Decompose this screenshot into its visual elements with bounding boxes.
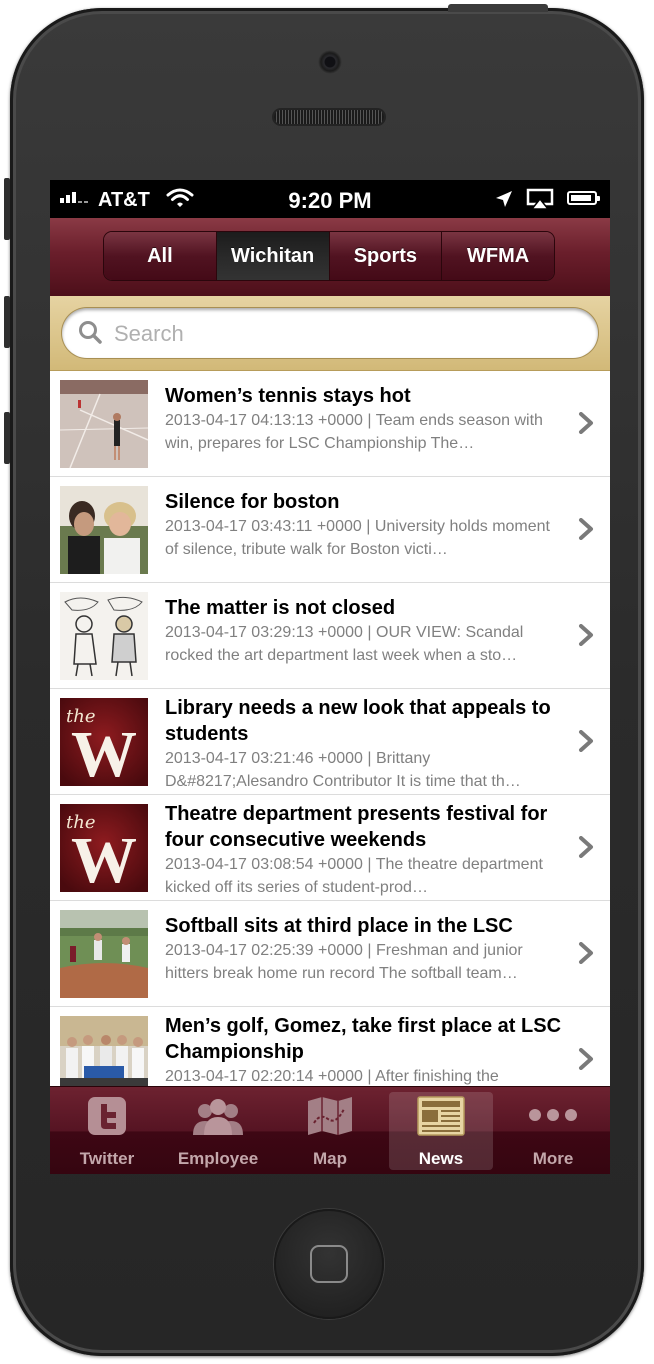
newspaper-icon bbox=[417, 1096, 465, 1136]
news-title: The matter is not closed bbox=[165, 597, 396, 619]
news-row[interactable]: Women’s tennis stays hot 2013-04-17 04:1… bbox=[50, 371, 610, 477]
news-title: Softball sits at third place in the LSC bbox=[165, 915, 513, 937]
tab-label: Employee bbox=[177, 1149, 259, 1168]
news-row-text: Softball sits at third place in the LSC … bbox=[165, 913, 565, 985]
news-row-text: Men’s golf, Gomez, take first place at L… bbox=[165, 1013, 565, 1086]
the-w-logo-thumbnail: the W bbox=[60, 698, 148, 786]
logo-w-letter: W bbox=[71, 718, 137, 786]
chevron-right-icon bbox=[579, 518, 593, 540]
people-icon bbox=[193, 1099, 243, 1135]
segment-all[interactable]: All bbox=[104, 232, 217, 280]
news-row[interactable]: Silence for boston 2013-04-17 03:43:11 +… bbox=[50, 477, 610, 583]
search-input[interactable] bbox=[112, 308, 586, 360]
location-arrow-icon bbox=[496, 191, 512, 207]
segment-wfma[interactable]: WFMA bbox=[442, 232, 554, 280]
chevron-right-icon bbox=[579, 836, 593, 858]
tab-map[interactable]: Map bbox=[274, 1087, 386, 1174]
category-segmented-control: All Wichitan Sports WFMA bbox=[104, 232, 554, 280]
battery-level-fill bbox=[571, 195, 591, 201]
volume-up-button bbox=[4, 296, 10, 348]
news-summary: 2013-04-17 03:43:11 +0000 | University h… bbox=[165, 518, 550, 558]
news-title: Silence for boston bbox=[165, 491, 340, 513]
airplay-icon bbox=[526, 188, 554, 210]
tab-label: Twitter bbox=[79, 1149, 135, 1168]
tennis-photo-thumbnail bbox=[60, 380, 148, 468]
segment-sports[interactable]: Sports bbox=[329, 232, 443, 280]
segment-wichitan[interactable]: Wichitan bbox=[216, 232, 330, 280]
news-title: Men’s golf, Gomez, take first place at L… bbox=[165, 1015, 562, 1063]
tab-label: More bbox=[532, 1149, 574, 1168]
chevron-right-icon bbox=[579, 730, 593, 752]
search-field[interactable] bbox=[62, 308, 598, 360]
earpiece-speaker bbox=[274, 110, 384, 124]
chevron-right-icon bbox=[579, 624, 593, 646]
tab-label: Map bbox=[313, 1149, 347, 1168]
nav-bar: All Wichitan Sports WFMA bbox=[50, 218, 610, 296]
cartoon-sketch-thumbnail bbox=[60, 592, 148, 680]
news-title: Women’s tennis stays hot bbox=[165, 385, 411, 407]
twitter-icon bbox=[88, 1097, 126, 1135]
map-icon bbox=[308, 1097, 352, 1135]
news-row-text: Silence for boston 2013-04-17 03:43:11 +… bbox=[165, 489, 565, 561]
news-title: Theatre department presents festival for… bbox=[165, 803, 548, 851]
news-row[interactable]: the W Library needs a new look that appe… bbox=[50, 689, 610, 795]
news-row[interactable]: Softball sits at third place in the LSC … bbox=[50, 901, 610, 1007]
news-row[interactable]: the W Theatre department presents festiv… bbox=[50, 795, 610, 901]
tab-more[interactable]: More bbox=[498, 1087, 608, 1174]
screen: AT&T 9:20 PM All Wichitan Sports WFMA Se… bbox=[50, 180, 610, 1174]
news-summary: 2013-04-17 04:13:13 +0000 | Team ends se… bbox=[165, 412, 543, 452]
power-button bbox=[448, 4, 548, 12]
chevron-right-icon bbox=[579, 942, 593, 964]
news-row[interactable]: Men’s golf, Gomez, take first place at L… bbox=[50, 1007, 610, 1086]
news-summary: 2013-04-17 03:29:13 +0000 | OUR VIEW: Sc… bbox=[165, 624, 524, 664]
people-photo-thumbnail bbox=[60, 486, 148, 574]
search-icon bbox=[79, 321, 102, 344]
more-dots-icon bbox=[529, 1109, 577, 1121]
news-summary: 2013-04-17 03:21:46 +0000 | Brittany D&#… bbox=[165, 750, 521, 790]
chevron-right-icon bbox=[579, 412, 593, 434]
battery-icon bbox=[567, 191, 600, 205]
front-camera bbox=[318, 50, 342, 74]
news-row-text: Theatre department presents festival for… bbox=[165, 801, 565, 899]
status-bar: AT&T 9:20 PM bbox=[50, 180, 610, 218]
tab-twitter[interactable]: Twitter bbox=[52, 1087, 162, 1174]
home-square-icon bbox=[310, 1245, 348, 1283]
news-row[interactable]: The matter is not closed 2013-04-17 03:2… bbox=[50, 583, 610, 689]
search-bar bbox=[50, 296, 610, 371]
tab-bar: Twitter Employee Map News More bbox=[50, 1086, 610, 1174]
news-list[interactable]: Women’s tennis stays hot 2013-04-17 04:1… bbox=[50, 371, 610, 1086]
news-row-text: Women’s tennis stays hot 2013-04-17 04:1… bbox=[165, 383, 565, 455]
news-row-text: Library needs a new look that appeals to… bbox=[165, 695, 565, 793]
news-summary: 2013-04-17 02:20:14 +0000 | After finish… bbox=[165, 1068, 499, 1085]
logo-w-letter: W bbox=[71, 824, 137, 892]
mute-switch bbox=[4, 178, 10, 240]
softball-photo-thumbnail bbox=[60, 910, 148, 998]
news-row-text: The matter is not closed 2013-04-17 03:2… bbox=[165, 595, 565, 667]
tab-label: News bbox=[418, 1149, 464, 1168]
tab-employee[interactable]: Employee bbox=[162, 1087, 274, 1174]
volume-down-button bbox=[4, 412, 10, 464]
news-summary: 2013-04-17 03:08:54 +0000 | The theatre … bbox=[165, 856, 543, 896]
home-button[interactable] bbox=[274, 1209, 384, 1319]
tab-news[interactable]: News bbox=[389, 1092, 493, 1170]
news-summary: 2013-04-17 02:25:39 +0000 | Freshman and… bbox=[165, 942, 523, 982]
news-title: Library needs a new look that appeals to… bbox=[165, 697, 551, 745]
chevron-right-icon bbox=[579, 1048, 593, 1070]
the-w-logo-thumbnail: the W bbox=[60, 804, 148, 892]
golf-team-photo-thumbnail bbox=[60, 1016, 148, 1086]
